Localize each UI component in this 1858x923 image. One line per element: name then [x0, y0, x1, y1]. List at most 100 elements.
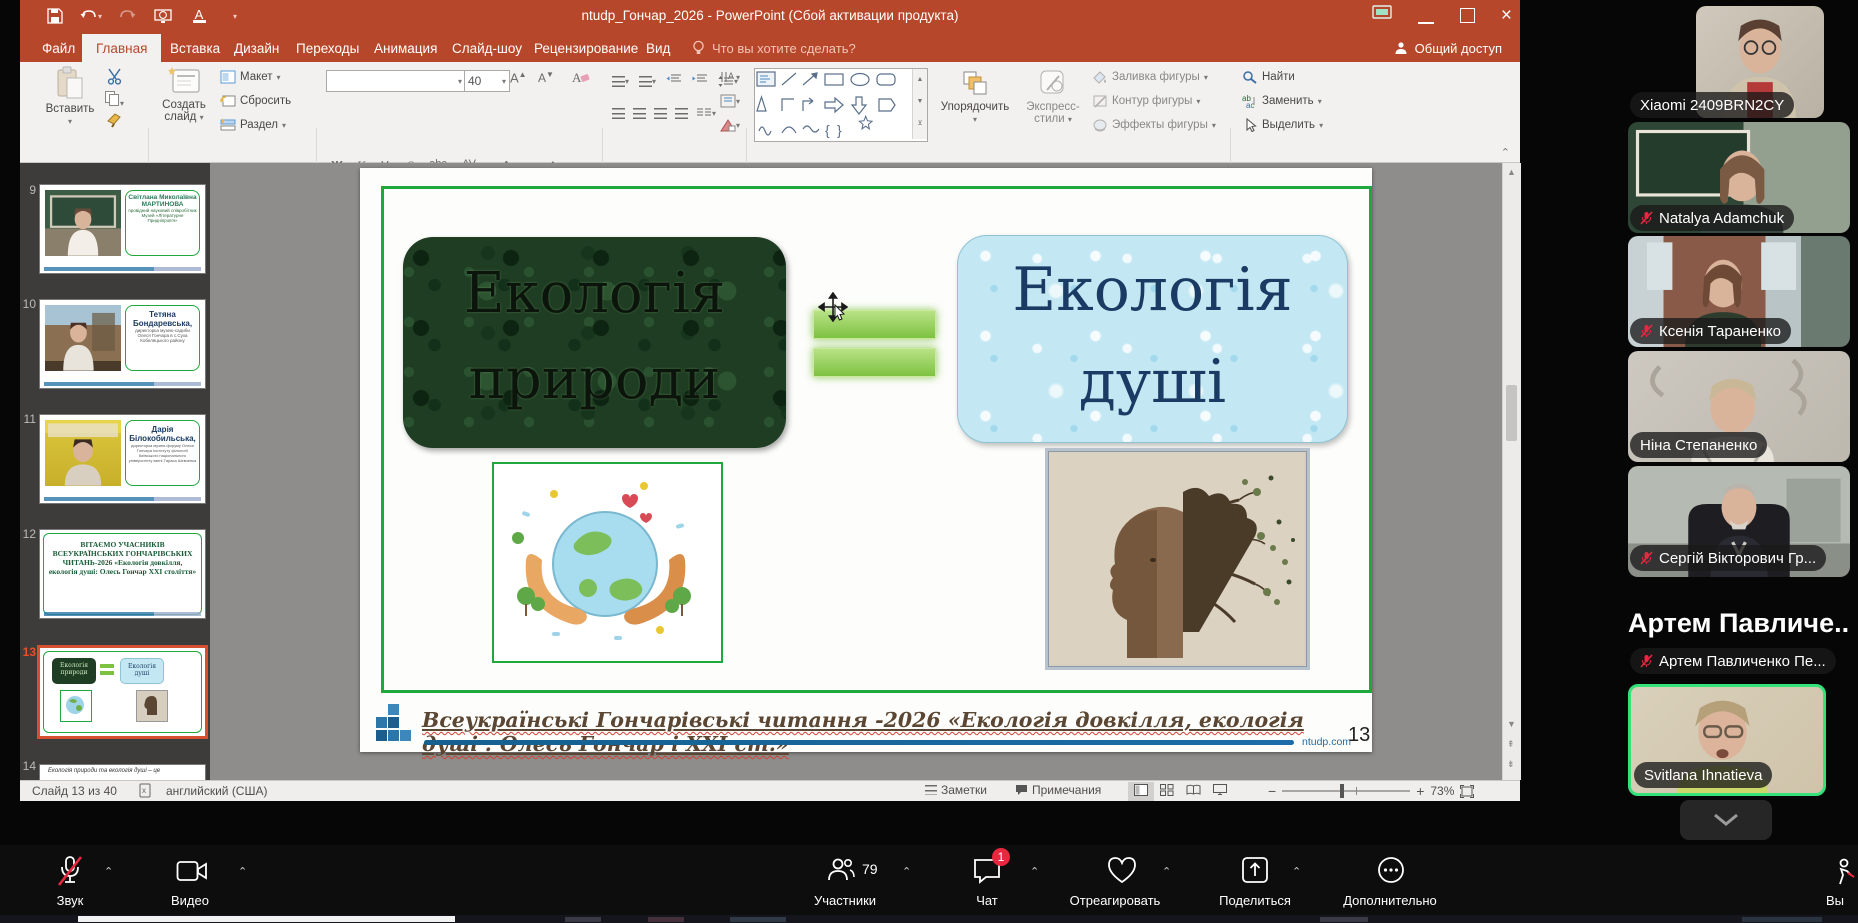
- reading-view-button[interactable]: [1180, 782, 1207, 801]
- align-left-icon[interactable]: [612, 108, 625, 119]
- restore-button[interactable]: [1460, 8, 1475, 23]
- numbering-icon[interactable]: ▾: [639, 76, 656, 87]
- soul-box[interactable]: Екологія душі: [957, 235, 1348, 443]
- equals-bar-bottom[interactable]: [813, 348, 936, 377]
- tab-transitions[interactable]: Переходы: [292, 34, 363, 62]
- nature-box[interactable]: Екологія природи: [403, 237, 786, 448]
- slide-thumbnail-14[interactable]: Екологія природи та екологія душі – це: [40, 765, 205, 780]
- zoom-percentage[interactable]: 73%: [1430, 784, 1454, 798]
- slide-thumbnail-12[interactable]: ВІТАЄМО УЧАСНИКІВ ВСЕУКРАЇНСЬКИХ ГОНЧАРІ…: [40, 530, 205, 618]
- share-screen-icon[interactable]: [1240, 855, 1270, 890]
- align-center-icon[interactable]: [633, 108, 646, 119]
- zoom-in-icon[interactable]: +: [1416, 783, 1424, 799]
- slide-canvas[interactable]: Екологія природи Екологія душі: [360, 168, 1372, 752]
- font-size-combo[interactable]: 40▾: [464, 70, 510, 92]
- reset-slide-button[interactable]: Сбросить: [220, 94, 291, 108]
- align-right-icon[interactable]: [654, 108, 667, 119]
- participants-options-chevron[interactable]: ⌃: [902, 865, 911, 878]
- language-status[interactable]: английский (США): [166, 784, 267, 798]
- scrollbar-down-icon[interactable]: ▼: [1507, 719, 1516, 729]
- copy-icon[interactable]: ▾: [104, 90, 124, 111]
- font-name-combo[interactable]: ▾: [326, 70, 466, 92]
- share-button[interactable]: Общий доступ: [1394, 34, 1502, 62]
- audio-options-chevron[interactable]: ⌃: [104, 865, 113, 878]
- bullets-icon[interactable]: ▾: [612, 76, 629, 87]
- redo-icon[interactable]: [116, 6, 138, 26]
- share-options-chevron[interactable]: ⌃: [1292, 865, 1301, 878]
- participants-icon[interactable]: [826, 855, 856, 890]
- collapse-ribbon-icon[interactable]: ⌃: [1501, 146, 1510, 159]
- video-options-chevron[interactable]: ⌃: [238, 865, 247, 878]
- tab-review[interactable]: Рецензирование: [530, 34, 642, 62]
- tab-view[interactable]: Вид: [642, 34, 674, 62]
- clear-formatting-icon[interactable]: A: [572, 69, 590, 90]
- columns-icon[interactable]: ▾: [696, 106, 716, 120]
- slide-thumbnail-9[interactable]: Світлана Миколаївна МАРТИНОВА провідний …: [40, 185, 205, 273]
- tab-design[interactable]: Дизайн: [230, 34, 283, 62]
- layout-button[interactable]: Макет▾: [220, 70, 281, 84]
- close-button[interactable]: ×: [1501, 8, 1512, 24]
- decrease-font-icon[interactable]: А▼: [538, 70, 554, 85]
- main-scrollbar[interactable]: ▲ ▼ ⇞ ⇟: [1502, 163, 1521, 780]
- tab-file[interactable]: Файл: [38, 34, 79, 62]
- normal-view-button[interactable]: [1128, 782, 1154, 801]
- format-painter-icon[interactable]: [106, 112, 122, 133]
- mic-muted-icon[interactable]: [56, 855, 84, 892]
- zoom-slider[interactable]: [1282, 790, 1410, 792]
- justify-icon[interactable]: [675, 108, 688, 119]
- slideshow-view-button[interactable]: [1207, 782, 1233, 801]
- new-slide-button[interactable]: Создать слайд ▾: [154, 66, 214, 123]
- zoom-out-icon[interactable]: −: [1268, 783, 1276, 799]
- align-text-icon[interactable]: ▾: [720, 94, 740, 108]
- text-direction-icon[interactable]: A▾: [720, 70, 740, 84]
- shape-outline-button[interactable]: Контур фигуры▾: [1092, 94, 1200, 108]
- quick-access-customize-icon[interactable]: ▾: [224, 6, 246, 26]
- collapse-videos-button[interactable]: [1680, 800, 1772, 840]
- start-slideshow-icon[interactable]: [152, 6, 174, 26]
- slide-thumbnail-10[interactable]: Тетяна Бондаревська, директорка музею-са…: [40, 300, 205, 388]
- previous-slide-icon[interactable]: ⇞: [1507, 739, 1515, 750]
- spellcheck-icon[interactable]: x: [138, 783, 153, 801]
- select-button[interactable]: Выделить▾: [1242, 118, 1323, 132]
- shapes-gallery-scrollbar[interactable]: ▲▼⊻: [912, 69, 927, 139]
- tab-animations[interactable]: Анимация: [370, 34, 441, 62]
- tab-home[interactable]: Главная: [82, 34, 161, 62]
- display-options-icon[interactable]: [1372, 4, 1392, 27]
- comments-button[interactable]: Примечания: [1015, 783, 1101, 797]
- save-icon[interactable]: [44, 6, 66, 26]
- tab-insert[interactable]: Вставка: [166, 34, 224, 62]
- font-color-quick-icon[interactable]: A: [188, 6, 210, 26]
- react-options-chevron[interactable]: ⌃: [1162, 865, 1171, 878]
- increase-font-icon[interactable]: А▲: [510, 70, 527, 85]
- camera-icon[interactable]: [176, 859, 208, 888]
- chat-options-chevron[interactable]: ⌃: [1030, 865, 1039, 878]
- shapes-gallery[interactable]: { } ▲▼⊻: [754, 68, 928, 142]
- slide-thumbnail-13-selected[interactable]: Екологіяприроди Екологіядуші: [40, 648, 205, 736]
- react-heart-icon[interactable]: [1106, 855, 1138, 890]
- fit-to-window-icon[interactable]: [1460, 785, 1474, 798]
- scrollbar-up-icon[interactable]: ▲: [1507, 167, 1516, 177]
- zoom-slider-thumb[interactable]: [1340, 784, 1344, 798]
- section-button[interactable]: Раздел▾: [220, 118, 286, 132]
- earth-image[interactable]: [492, 462, 723, 663]
- increase-indent-icon[interactable]: [692, 72, 708, 91]
- shape-fill-button[interactable]: Заливка фигуры▾: [1092, 70, 1208, 84]
- cut-icon[interactable]: [106, 68, 123, 90]
- leave-icon[interactable]: [1834, 857, 1858, 892]
- smartart-icon[interactable]: ▾: [720, 118, 740, 132]
- slide-thumbnail-11[interactable]: Дарія Білокобильська, директорка музею-ф…: [40, 415, 205, 503]
- find-button[interactable]: Найти: [1242, 70, 1295, 84]
- zoom-control[interactable]: − + 73%: [1268, 783, 1474, 799]
- scrollbar-thumb[interactable]: [1506, 385, 1517, 441]
- shape-effects-button[interactable]: Эффекты фигуры▾: [1092, 118, 1216, 132]
- paste-button[interactable]: Вставить▾: [42, 66, 98, 127]
- replace-button[interactable]: abac Заменить▾: [1242, 94, 1322, 108]
- quick-styles-button[interactable]: Экспресс- стили ▾: [1020, 68, 1086, 125]
- minimize-button[interactable]: [1418, 8, 1434, 24]
- undo-icon[interactable]: ▾: [80, 6, 102, 26]
- arrange-button[interactable]: Упорядочить▾: [932, 68, 1018, 125]
- more-options-icon[interactable]: [1376, 855, 1406, 890]
- head-tree-image[interactable]: [1048, 451, 1307, 667]
- notes-button[interactable]: Заметки: [925, 783, 987, 797]
- tell-me-box[interactable]: Что вы хотите сделать?: [692, 34, 856, 62]
